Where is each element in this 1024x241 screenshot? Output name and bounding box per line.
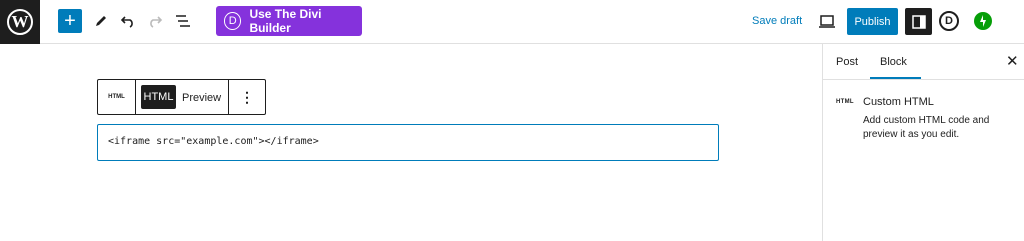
preview-tab-button[interactable]: Preview: [182, 92, 221, 104]
active-tab-indicator: [870, 77, 921, 79]
custom-html-block-icon: HTML: [836, 99, 854, 105]
close-icon[interactable]: ✕: [1006, 52, 1019, 70]
html-code-input[interactable]: <iframe src="example.com"></iframe>: [97, 124, 719, 161]
list-view-icon[interactable]: [171, 9, 195, 33]
use-divi-builder-button[interactable]: D Use The Divi Builder: [216, 6, 362, 36]
wordpress-logo-icon[interactable]: W: [0, 0, 40, 44]
settings-sidebar-toggle-icon[interactable]: [905, 8, 932, 35]
save-draft-button[interactable]: Save draft: [752, 15, 802, 27]
tab-post[interactable]: Post: [836, 56, 858, 68]
undo-icon[interactable]: [116, 9, 140, 33]
preview-device-icon[interactable]: [818, 14, 836, 30]
tab-block[interactable]: Block: [880, 56, 907, 68]
divi-logo-icon: D: [224, 12, 242, 30]
top-toolbar: W + D Use The Divi Builder Save draft Pu…: [0, 0, 1024, 44]
divi-plugin-icon[interactable]: D: [939, 11, 959, 31]
more-options-icon[interactable]: ⋮: [229, 80, 265, 114]
jetpack-icon[interactable]: [974, 12, 992, 30]
block-type-html-icon[interactable]: HTML: [98, 80, 136, 114]
add-block-button[interactable]: +: [58, 9, 82, 33]
sidebar-tabs: Post Block ✕: [823, 44, 1024, 80]
redo-icon[interactable]: [143, 9, 167, 33]
html-tab-button[interactable]: HTML: [141, 85, 176, 109]
settings-sidebar: Post Block ✕ HTML Custom HTML Add custom…: [822, 44, 1024, 241]
block-title: Custom HTML: [863, 96, 934, 108]
publish-button[interactable]: Publish: [847, 8, 898, 35]
divi-button-label: Use The Divi Builder: [249, 7, 322, 35]
edit-tools-icon[interactable]: [89, 9, 113, 33]
block-toolbar: HTML HTML Preview ⋮: [97, 79, 266, 115]
block-description: Add custom HTML code and preview it as y…: [863, 115, 990, 140]
